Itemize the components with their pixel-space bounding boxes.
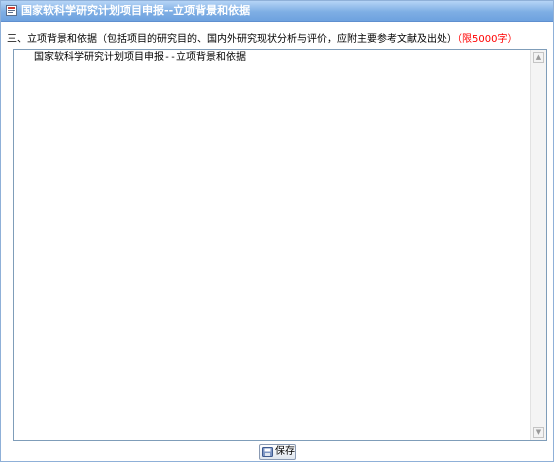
document-icon	[6, 5, 17, 16]
section-heading: 三、立项背景和依据（包括项目的研究目的、国内外研究现状分析与评价，应附主要参考文…	[7, 34, 517, 46]
dialog-window: 国家软科学研究计划项目申报--立项背景和依据 三、立项背景和依据（包括项目的研究…	[0, 0, 554, 462]
content-textarea[interactable]: 国家软科学研究计划项目申报--立项背景和依据 ▲ ▼	[13, 49, 547, 441]
character-limit-note: （限5000字）	[457, 34, 518, 45]
title-bar: 国家软科学研究计划项目申报--立项背景和依据	[1, 1, 553, 22]
section-heading-text: 三、立项背景和依据（包括项目的研究目的、国内外研究现状分析与评价，应附主要参考文…	[7, 34, 457, 45]
vertical-scrollbar[interactable]: ▲ ▼	[530, 50, 546, 440]
save-icon	[262, 447, 273, 457]
save-button-label: 保存	[275, 446, 295, 457]
save-button[interactable]: 保存	[259, 444, 296, 460]
scroll-up-icon[interactable]: ▲	[533, 52, 544, 63]
scroll-down-icon[interactable]: ▼	[533, 427, 544, 438]
textarea-content: 国家软科学研究计划项目申报--立项背景和依据	[34, 52, 247, 63]
window-title: 国家软科学研究计划项目申报--立项背景和依据	[21, 4, 251, 17]
